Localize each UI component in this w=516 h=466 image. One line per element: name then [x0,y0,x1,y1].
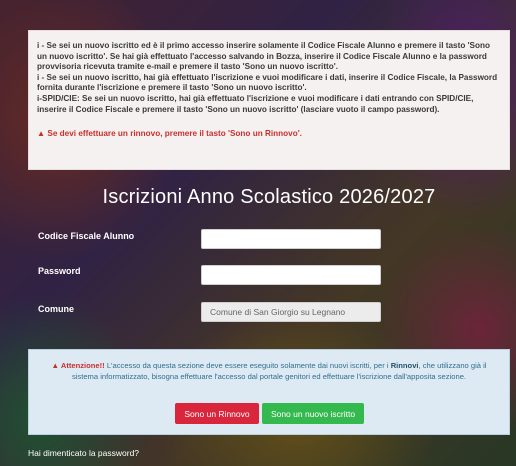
info-text-1: - Se sei un nuovo iscritto ed è il primo… [37,41,491,72]
info-line-2: i - Se sei un nuovo iscritto, hai già ef… [37,73,501,94]
info-text-2: - Se sei un nuovo iscritto, hai già effe… [37,72,498,93]
info-panel: i - Se sei un nuovo iscritto ed è il pri… [28,30,510,170]
password-label: Password [38,266,81,276]
codice-fiscale-input[interactable] [201,229,381,249]
comune-label: Comune [38,304,74,314]
attention-text-1: L'accesso da questa sezione deve essere … [104,361,391,370]
attention-bold: Rinnovi [390,361,419,370]
codice-fiscale-label: Codice Fiscale Alunno [38,231,135,241]
forgot-password-link[interactable]: Hai dimenticato la password? [28,448,139,458]
attention-label: Attenzione!! [59,361,105,370]
warning-icon: ▲ [37,129,46,139]
renewal-alert: ▲ Se devi effettuare un rinnovo, premere… [37,129,501,140]
warning-icon: ▲ [51,361,60,370]
renewal-alert-text: Se devi effettuare un rinnovo, premere i… [45,129,302,139]
info-line-3: i-SPID/CIE: Se sei un nuovo iscritto, ha… [37,94,501,115]
nuovo-iscritto-button[interactable]: Sono un nuovo iscritto [262,403,364,424]
info-text-3: -SPID/CIE: Se sei un nuovo iscritto, hai… [37,93,474,114]
rinnovo-button[interactable]: Sono un Rinnovo [175,403,259,424]
comune-field [201,302,381,322]
password-input[interactable] [201,265,381,285]
page-title: Iscrizioni Anno Scolastico 2026/2027 [102,186,436,208]
info-line-1: i - Se sei un nuovo iscritto ed è il pri… [37,41,501,73]
